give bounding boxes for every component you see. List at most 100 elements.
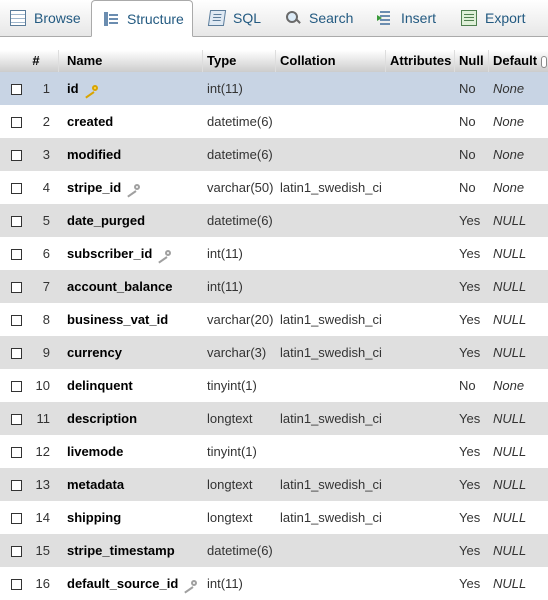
column-name: created bbox=[67, 105, 113, 138]
column-name-text: description bbox=[67, 411, 138, 426]
row-checkbox[interactable] bbox=[11, 282, 22, 293]
tab-bar: Browse Structure SQL Search Insert Expor… bbox=[0, 0, 548, 37]
row-checkbox[interactable] bbox=[11, 117, 22, 128]
column-name-text: subscriber_id bbox=[67, 246, 153, 261]
tab-structure[interactable]: Structure bbox=[91, 0, 193, 37]
header-default[interactable]: Default bbox=[489, 50, 541, 72]
column-name: stripe_timestamp bbox=[67, 534, 175, 567]
column-number: 4 bbox=[42, 180, 50, 195]
tab-export[interactable]: Export bbox=[461, 0, 525, 36]
table-row[interactable]: 8 business_vat_id varchar(20) latin1_swedis… bbox=[0, 303, 548, 336]
tab-search[interactable]: Search bbox=[285, 0, 353, 36]
table-row[interactable]: 14 shipping longtext latin1_swedish_ci Yes NU… bbox=[0, 501, 548, 534]
column-name: shipping bbox=[67, 501, 121, 534]
column-type: int(11) bbox=[207, 81, 243, 96]
tab-sql[interactable]: SQL bbox=[207, 0, 261, 36]
header-type[interactable]: Type bbox=[203, 50, 276, 72]
header-collation[interactable]: Collation bbox=[276, 50, 386, 72]
column-type: int(11) bbox=[207, 576, 243, 591]
column-type: datetime(6) bbox=[207, 213, 273, 228]
table-row[interactable]: 15 stripe_timestamp datetime(6) Yes NULL bbox=[0, 534, 548, 567]
table-row[interactable]: 5 date_purged datetime(6) Yes NULL bbox=[0, 204, 548, 237]
row-checkbox[interactable] bbox=[11, 216, 22, 227]
horizontal-scroll-handle[interactable] bbox=[541, 56, 547, 68]
column-name-text: currency bbox=[67, 345, 122, 360]
header-null[interactable]: Null bbox=[455, 50, 489, 72]
tab-label: Search bbox=[309, 10, 354, 26]
column-name: description bbox=[67, 402, 137, 435]
table-row[interactable]: 16 default_source_id int(11) Yes NULL bbox=[0, 567, 548, 600]
table-row[interactable]: 6 subscriber_id int(11) Yes NULL bbox=[0, 237, 548, 270]
column-number: 9 bbox=[42, 345, 50, 360]
table-row[interactable]: 12 livemode tinyint(1) Yes NULL bbox=[0, 435, 548, 468]
column-number: 13 bbox=[35, 477, 50, 492]
column-default: None bbox=[493, 378, 525, 393]
column-number: 5 bbox=[42, 213, 50, 228]
search-icon bbox=[285, 10, 301, 26]
column-default: NULL bbox=[493, 345, 527, 360]
column-null: Yes bbox=[459, 246, 481, 261]
tab-insert[interactable]: Insert bbox=[377, 0, 436, 36]
column-name-text: livemode bbox=[67, 444, 124, 459]
header-name[interactable]: Name bbox=[63, 50, 203, 72]
column-default: NULL bbox=[493, 576, 527, 591]
row-checkbox[interactable] bbox=[11, 315, 22, 326]
column-name-text: default_source_id bbox=[67, 576, 179, 591]
table-row[interactable]: 10 delinquent tinyint(1) No None bbox=[0, 369, 548, 402]
column-number: 6 bbox=[42, 246, 50, 261]
column-null: Yes bbox=[459, 543, 481, 558]
row-checkbox[interactable] bbox=[11, 150, 22, 161]
row-checkbox[interactable] bbox=[11, 447, 22, 458]
column-number: 10 bbox=[35, 378, 50, 393]
column-null: No bbox=[459, 81, 476, 96]
table-row[interactable]: 13 metadata longtext latin1_swedish_ci Yes NU… bbox=[0, 468, 548, 501]
header-num[interactable]: # bbox=[0, 50, 59, 72]
column-type: varchar(20) bbox=[207, 312, 274, 327]
table-header: # Name Type Collation Attributes Null De… bbox=[0, 50, 548, 72]
column-number: 8 bbox=[42, 312, 50, 327]
row-checkbox[interactable] bbox=[11, 546, 22, 557]
insert-icon bbox=[377, 10, 393, 26]
column-null: Yes bbox=[459, 312, 481, 327]
row-checkbox[interactable] bbox=[11, 579, 22, 590]
row-checkbox[interactable] bbox=[11, 348, 22, 359]
row-checkbox[interactable] bbox=[11, 414, 22, 425]
column-name: modified bbox=[67, 138, 121, 171]
table-row[interactable]: 4 stripe_id varchar(50) latin1_swedish_ci No… bbox=[0, 171, 548, 204]
table-row[interactable]: 9 currency varchar(3) latin1_swedish_ci Yes N… bbox=[0, 336, 548, 369]
column-number: 15 bbox=[35, 543, 50, 558]
column-null: No bbox=[459, 147, 476, 162]
column-null: Yes bbox=[459, 345, 481, 360]
tab-browse[interactable]: Browse bbox=[10, 0, 81, 36]
table-row[interactable]: 3 modified datetime(6) No None bbox=[0, 138, 548, 171]
index-key-icon bbox=[182, 579, 198, 591]
browse-icon bbox=[10, 10, 26, 26]
column-default: None bbox=[493, 147, 525, 162]
column-number: 7 bbox=[42, 279, 50, 294]
table-row[interactable]: 1 id int(11) No None bbox=[0, 72, 548, 105]
column-collation: latin1_swedish_ci bbox=[280, 312, 382, 327]
column-name-text: id bbox=[67, 81, 79, 96]
row-checkbox[interactable] bbox=[11, 84, 22, 95]
row-checkbox[interactable] bbox=[11, 183, 22, 194]
column-type: tinyint(1) bbox=[207, 444, 257, 459]
row-checkbox[interactable] bbox=[11, 480, 22, 491]
column-default: NULL bbox=[493, 312, 527, 327]
table-row[interactable]: 11 description longtext latin1_swedish_ci Ye… bbox=[0, 402, 548, 435]
column-name-text: date_purged bbox=[67, 213, 146, 228]
header-attributes[interactable]: Attributes bbox=[386, 50, 455, 72]
column-type: longtext bbox=[207, 411, 253, 426]
column-name-text: business_vat_id bbox=[67, 312, 169, 327]
column-collation: latin1_swedish_ci bbox=[280, 477, 382, 492]
column-null: No bbox=[459, 114, 476, 129]
column-default: None bbox=[493, 114, 525, 129]
column-default: NULL bbox=[493, 444, 527, 459]
tab-label: Structure bbox=[127, 10, 184, 27]
table-row[interactable]: 7 account_balance int(11) Yes NULL bbox=[0, 270, 548, 303]
index-key-icon bbox=[125, 183, 141, 195]
column-default: None bbox=[493, 81, 525, 96]
row-checkbox[interactable] bbox=[11, 381, 22, 392]
row-checkbox[interactable] bbox=[11, 513, 22, 524]
row-checkbox[interactable] bbox=[11, 249, 22, 260]
table-row[interactable]: 2 created datetime(6) No None bbox=[0, 105, 548, 138]
